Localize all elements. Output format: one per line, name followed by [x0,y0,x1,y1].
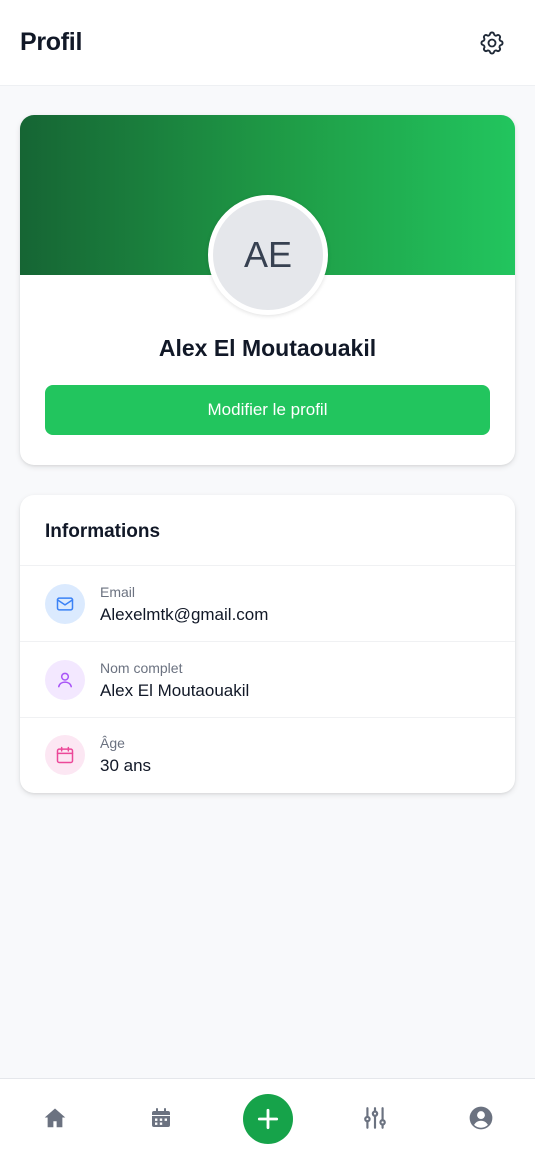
nav-home[interactable] [30,1093,80,1143]
nav-filters[interactable] [350,1093,400,1143]
info-value: Alexelmtk@gmail.com [100,605,269,624]
info-row-email: Email Alexelmtk@gmail.com [20,566,515,642]
info-label: Email [100,584,136,600]
settings-button[interactable] [477,28,507,58]
info-label: Nom complet [100,660,183,676]
nav-calendar[interactable] [136,1093,186,1143]
user-icon [58,672,72,688]
profile-name: Alex El Moutaouakil [158,335,377,361]
top-bar: Profil [0,0,535,86]
calendar-icon [56,746,74,764]
edit-profile-button[interactable]: Modifier le profil [45,385,490,435]
profile-screen: Profil AE Alex El Moutaouakil Modifier l… [0,0,535,1157]
name-icon-badge [45,660,85,700]
avatar[interactable]: AE [213,200,323,310]
info-value: 30 ans [100,756,152,775]
info-value: Alex El Moutaouakil [100,681,250,700]
info-label: Âge [100,735,125,751]
mail-icon [56,597,74,611]
add-icon [257,1108,279,1130]
nav-add-button[interactable] [243,1094,293,1144]
info-card: Informations Email Alexelmtk@gmail.com N… [20,495,515,793]
age-icon-badge [45,735,85,775]
user-circle-icon [469,1106,493,1130]
avatar-ring: AE [208,195,328,315]
info-row-age: Âge 30 ans [20,717,515,793]
calendar-icon [152,1108,170,1127]
gear-icon [480,31,504,55]
nav-profile[interactable] [456,1093,506,1143]
sliders-icon [364,1107,386,1129]
bottom-nav [0,1078,535,1157]
info-heading: Informations [45,521,161,542]
email-icon-badge [45,584,85,624]
profile-card: AE Alex El Moutaouakil Modifier le profi… [20,115,515,465]
page-title: Profil [20,28,83,56]
info-row-full-name: Nom complet Alex El Moutaouakil [20,642,515,718]
home-icon [44,1108,66,1128]
